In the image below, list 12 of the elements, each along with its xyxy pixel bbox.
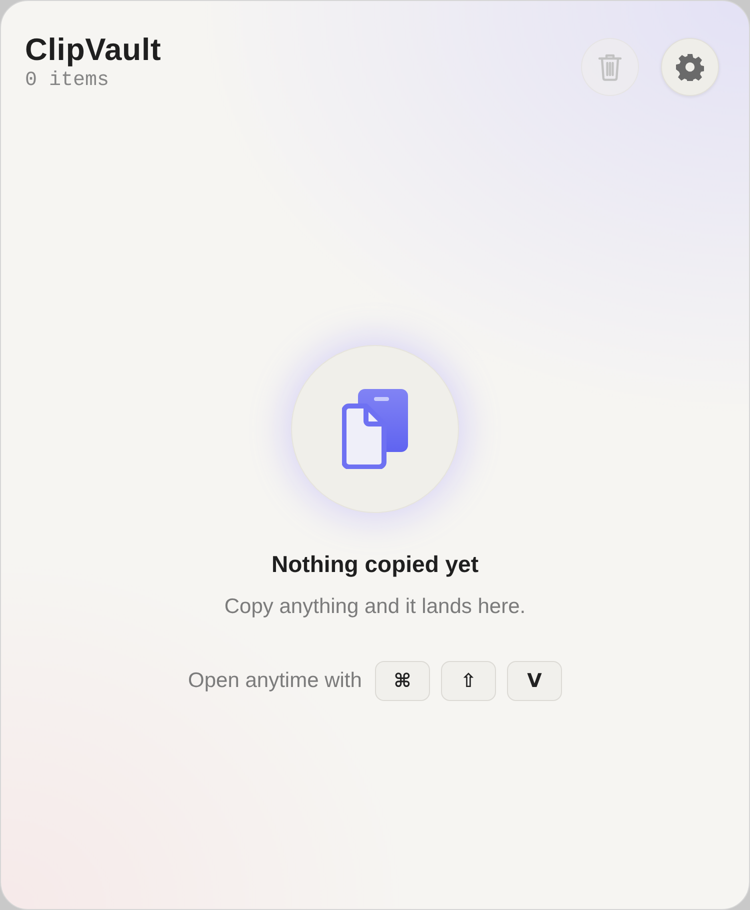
- copy-documents-icon: [342, 389, 408, 469]
- trash-icon: [598, 53, 622, 81]
- gear-icon: [676, 53, 704, 81]
- shortcut-label: Open anytime with: [188, 669, 362, 693]
- app-title: ClipVault: [25, 31, 162, 69]
- item-count: 0 items: [25, 69, 110, 93]
- key-cap: ⌘: [374, 661, 430, 701]
- key-cap: ⇧: [440, 661, 496, 701]
- settings-button[interactable]: [661, 38, 719, 96]
- key-cap: V: [506, 661, 562, 701]
- empty-state-title: Nothing copied yet: [272, 550, 478, 579]
- empty-state-message: Copy anything and it lands here.: [224, 594, 526, 620]
